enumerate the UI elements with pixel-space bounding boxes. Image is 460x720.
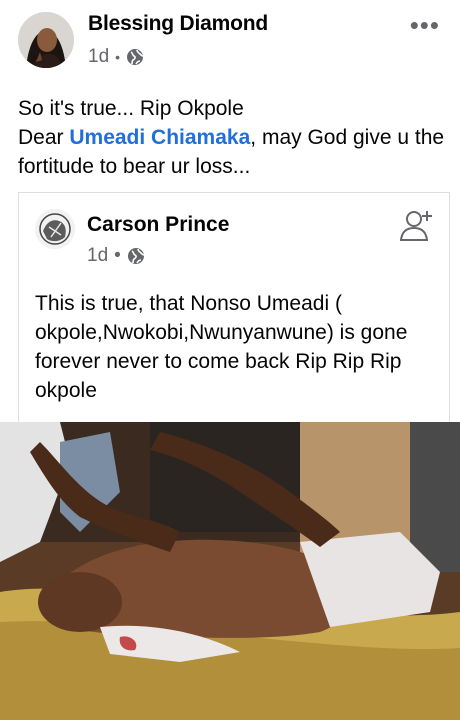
photo-image xyxy=(0,422,460,720)
avatar-image xyxy=(18,12,74,68)
shared-meta-separator: • xyxy=(114,245,121,266)
globe-icon[interactable] xyxy=(127,247,145,265)
facebook-post: Blessing Diamond 1d • ••• So it's true..… xyxy=(0,0,460,720)
shared-post-card[interactable]: Carson Prince 1d • This is true, that No… xyxy=(18,192,450,423)
shared-author-name[interactable]: Carson Prince xyxy=(87,213,229,237)
post-text-line1: So it's true... Rip Okpole xyxy=(18,97,244,120)
more-options-icon[interactable]: ••• xyxy=(410,10,440,41)
author-name[interactable]: Blessing Diamond xyxy=(88,12,268,36)
shared-post-time[interactable]: 1d xyxy=(87,245,108,267)
post-photo[interactable] xyxy=(0,422,460,720)
shared-post-meta: 1d • xyxy=(87,245,145,267)
author-avatar[interactable] xyxy=(18,12,74,68)
globe-icon[interactable] xyxy=(126,48,144,66)
post-meta: 1d • xyxy=(88,46,144,68)
add-friend-icon[interactable] xyxy=(399,207,435,243)
post-time[interactable]: 1d xyxy=(88,46,109,68)
post-text-prefix: Dear xyxy=(18,126,70,149)
shared-author-avatar[interactable] xyxy=(35,209,75,249)
meta-separator: • xyxy=(115,49,121,65)
mention-link[interactable]: Umeadi Chiamaka xyxy=(69,126,250,149)
shared-post-text: This is true, that Nonso Umeadi ( okpole… xyxy=(35,292,408,402)
post-text: So it's true... Rip Okpole Dear Umeadi C… xyxy=(18,94,448,181)
post-text-line2: Dear Umeadi Chiamaka, may God give u the… xyxy=(18,123,448,181)
shared-avatar-image xyxy=(35,209,75,249)
